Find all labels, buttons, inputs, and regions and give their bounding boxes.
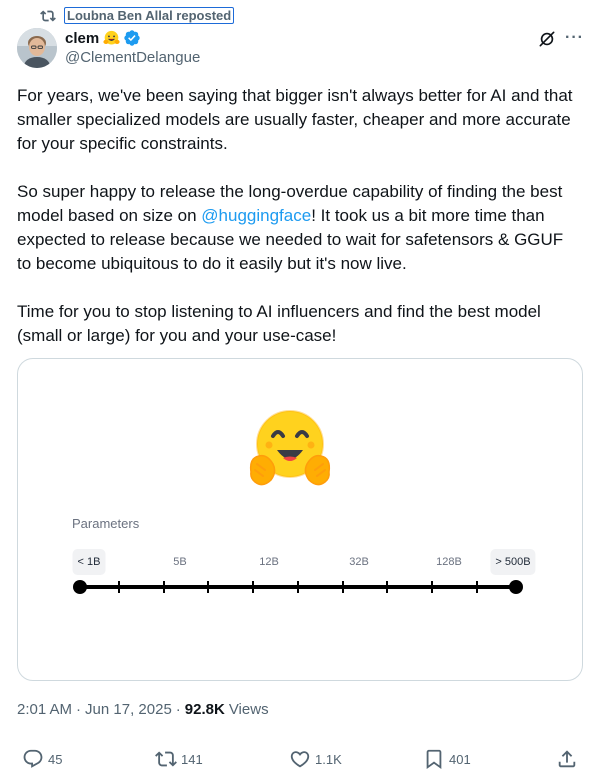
hugging-face-emoji-icon xyxy=(103,30,120,44)
parameter-range-slider[interactable] xyxy=(73,577,523,597)
share-icon xyxy=(558,750,576,768)
reply-count: 45 xyxy=(48,751,63,767)
views-label: Views xyxy=(228,700,269,718)
bookmark-count: 401 xyxy=(449,751,471,767)
slider-handle-min[interactable] xyxy=(73,580,87,594)
slider-tick xyxy=(297,581,299,593)
author-display-name[interactable]: clem xyxy=(65,30,99,47)
repost-count: 141 xyxy=(181,751,203,767)
reply-icon xyxy=(23,749,43,768)
tweet-paragraph-2: So super happy to release the long-overd… xyxy=(17,180,582,276)
tick-label-min[interactable]: < 1B xyxy=(72,549,106,575)
heart-icon xyxy=(290,751,310,768)
mention-link[interactable]: @huggingface xyxy=(201,206,311,225)
repost-button[interactable]: 141 xyxy=(155,747,203,771)
hugging-face-logo-icon xyxy=(249,410,331,486)
share-button[interactable] xyxy=(556,747,582,771)
tick-label: 128B xyxy=(436,556,462,568)
meta-separator: · xyxy=(175,700,181,718)
slider-tick xyxy=(431,581,433,593)
action-bar: 45 141 1.1K 401 xyxy=(0,747,599,771)
repost-icon xyxy=(40,10,56,21)
slider-tick xyxy=(342,581,344,593)
media-card[interactable]: Parameters < 1B 5B 12B 32B 128B > 500B xyxy=(17,358,583,681)
tweet-paragraph-3: Time for you to stop listening to AI inf… xyxy=(17,302,541,345)
slider-tick xyxy=(476,581,478,593)
slider-tick xyxy=(252,581,254,593)
avatar[interactable] xyxy=(17,28,57,68)
views-count[interactable]: 92.8K xyxy=(185,701,225,718)
more-options-icon[interactable]: ··· xyxy=(565,29,583,49)
slider-tick xyxy=(118,581,120,593)
tweet-text: For years, we've been saying that bigger… xyxy=(17,84,582,348)
tweet-time[interactable]: 2:01 AM xyxy=(17,701,72,718)
tweet-meta: 2:01 AM · Jun 17, 2025 · 92.8K Views xyxy=(17,699,269,719)
tick-label: 12B xyxy=(259,556,279,568)
tick-label: 5B xyxy=(173,556,187,568)
parameter-tick-labels: < 1B 5B 12B 32B 128B > 500B xyxy=(72,549,536,575)
verified-badge-icon xyxy=(124,30,140,46)
author-name-row[interactable]: clem xyxy=(65,28,141,48)
repost-action-icon xyxy=(155,751,177,767)
slider-tick xyxy=(386,581,388,593)
tweet-paragraph-1: For years, we've been saying that bigger… xyxy=(17,86,573,153)
tweet-date[interactable]: Jun 17, 2025 xyxy=(85,701,172,718)
grok-icon[interactable] xyxy=(537,29,557,49)
slider-tick xyxy=(207,581,209,593)
tick-label-max[interactable]: > 500B xyxy=(490,549,536,575)
bookmark-icon xyxy=(426,749,442,770)
like-button[interactable]: 1.1K xyxy=(289,747,342,771)
like-count: 1.1K xyxy=(315,751,342,767)
tick-label: 32B xyxy=(349,556,369,568)
bookmark-button[interactable]: 401 xyxy=(423,747,471,771)
meta-separator: · xyxy=(76,700,82,718)
avatar-image xyxy=(17,28,57,68)
repost-header: Loubna Ben Allal reposted xyxy=(40,6,235,25)
author-handle[interactable]: @ClementDelangue xyxy=(65,49,200,66)
slider-handle-max[interactable] xyxy=(509,580,523,594)
parameters-label: Parameters xyxy=(72,516,140,531)
reply-button[interactable]: 45 xyxy=(22,747,62,771)
slider-tick xyxy=(163,581,165,593)
repost-user-link[interactable]: Loubna Ben Allal reposted xyxy=(64,7,235,24)
